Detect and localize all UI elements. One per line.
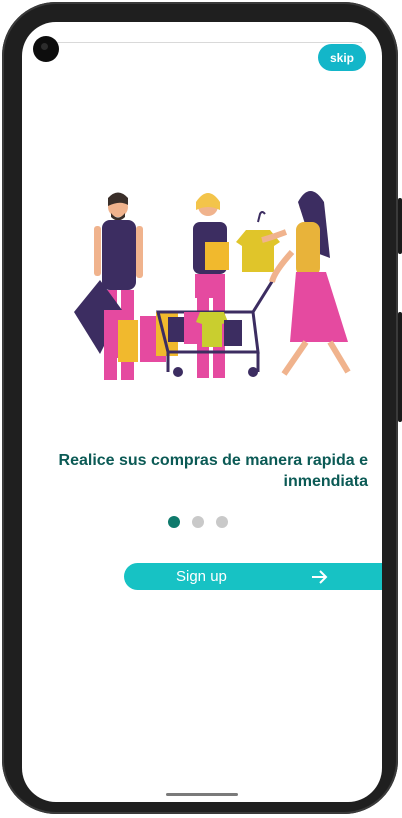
- front-camera-icon: [33, 36, 59, 62]
- home-indicator[interactable]: [166, 793, 238, 796]
- cart-clothes: [168, 312, 242, 347]
- skip-button[interactable]: skip: [318, 44, 366, 71]
- top-divider: [56, 42, 362, 43]
- side-button: [398, 312, 402, 422]
- woman-blonde-figure: [193, 193, 229, 378]
- hanger-shirt: [236, 211, 280, 272]
- camera-lens: [41, 43, 48, 50]
- onboarding-title: Realice sus compras de manera rapida e i…: [58, 452, 368, 490]
- arrow-right-icon: [312, 570, 328, 584]
- sign-up-button[interactable]: Sign up: [124, 563, 382, 590]
- pagination-dot-1[interactable]: [168, 516, 180, 528]
- sign-up-label: Sign up: [176, 568, 227, 585]
- pagination-dot-2[interactable]: [192, 516, 204, 528]
- shopping-illustration: [74, 191, 351, 380]
- side-button: [398, 198, 402, 254]
- pagination-dot-3[interactable]: [216, 516, 228, 528]
- woman-figure: [261, 191, 351, 376]
- phone-frame: skip Realice sus compras de manera rapid…: [2, 2, 402, 814]
- app-screen: skip Realice sus compras de manera rapid…: [22, 22, 382, 802]
- pagination-dots: [168, 516, 228, 528]
